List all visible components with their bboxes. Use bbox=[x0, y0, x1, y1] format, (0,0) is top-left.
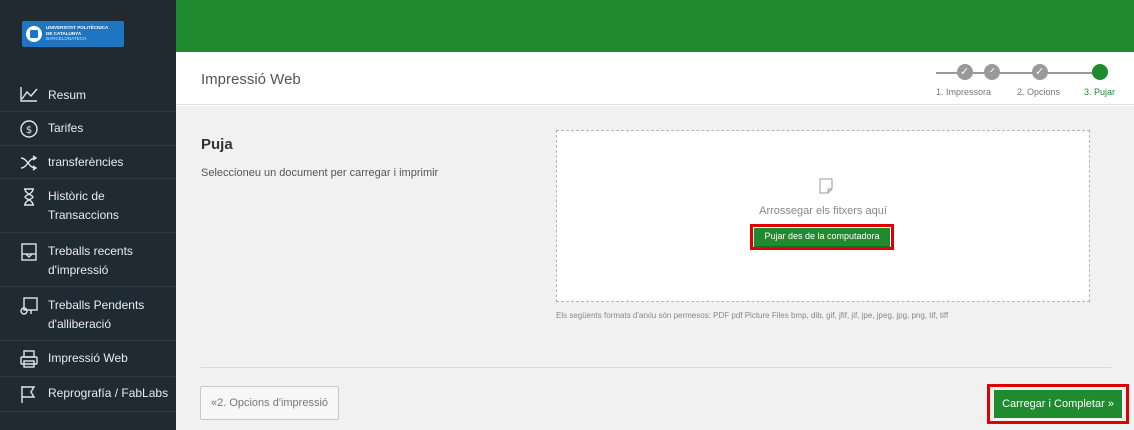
dollar-circle-icon: $ bbox=[19, 119, 39, 139]
top-bar bbox=[176, 0, 1134, 52]
sidebar-item-label-line2: d'impressió bbox=[48, 263, 109, 277]
step-connector bbox=[972, 72, 1032, 74]
sidebar: UNIVERSITAT POLITÈCNICA DE CATALUNYA BAR… bbox=[0, 0, 176, 430]
sidebar-item-label: Tarifes bbox=[48, 121, 84, 135]
logo-line-3: BARCELONATECH bbox=[46, 36, 87, 41]
sidebar-item-treballs-pendents[interactable]: Treballs Pendents d'alliberació bbox=[0, 287, 176, 341]
step-3-active-icon bbox=[1092, 64, 1108, 80]
step-2-check-icon bbox=[1032, 64, 1048, 80]
page-header: Impressió Web bbox=[176, 52, 1134, 105]
sidebar-item-label-line2: d'alliberació bbox=[48, 317, 111, 331]
divider bbox=[201, 367, 1111, 368]
svg-text:$: $ bbox=[26, 125, 32, 136]
upc-logo[interactable]: UNIVERSITAT POLITÈCNICA DE CATALUNYA BAR… bbox=[22, 21, 124, 47]
sidebar-item-label-line2: Transaccions bbox=[48, 208, 119, 222]
flag-icon bbox=[19, 384, 39, 404]
section-title: Puja bbox=[201, 136, 233, 153]
transfer-arrows-icon bbox=[19, 153, 39, 173]
sidebar-item-label: Resum bbox=[48, 88, 87, 102]
sidebar-item-label: Reprografía / FabLabs bbox=[48, 386, 169, 400]
sidebar-item-historic-transaccions[interactable]: Històric de Transaccions bbox=[0, 179, 176, 233]
step-1-label: 1. Impressora bbox=[936, 87, 992, 97]
sidebar-item-label-line1: Treballs recents bbox=[48, 244, 133, 258]
step-2-label: 2. Opcions bbox=[1017, 87, 1061, 97]
sidebar-item-transferencies[interactable]: transferències bbox=[0, 146, 176, 179]
chart-line-icon bbox=[19, 84, 39, 104]
upload-from-computer-button[interactable]: Pujar des de la computadora bbox=[754, 228, 890, 248]
step-1-check-icon bbox=[957, 64, 973, 80]
sidebar-item-reprografia-fablabs[interactable]: Reprografía / FabLabs bbox=[0, 377, 176, 412]
sidebar-item-resum[interactable]: Resum bbox=[0, 78, 176, 112]
step-connector bbox=[1048, 72, 1094, 74]
allowed-formats-text: Els següents formats d'arxiu són permeso… bbox=[556, 311, 949, 320]
back-to-options-button[interactable]: «2. Opcions d'impressió bbox=[200, 386, 339, 420]
sidebar-item-impressio-web[interactable]: Impressió Web bbox=[0, 341, 176, 377]
sidebar-item-label-line1: Històric de bbox=[48, 189, 105, 203]
hourglass-icon bbox=[19, 187, 39, 207]
section-description: Seleccioneu un document per carregar i i… bbox=[201, 167, 439, 179]
upload-and-complete-button[interactable]: Carregar i Completar » bbox=[994, 390, 1122, 418]
step-3-label: 3. Pujar bbox=[1084, 87, 1116, 97]
pending-jobs-icon bbox=[19, 296, 39, 316]
main-content: Puja Seleccioneu un document per carrega… bbox=[176, 106, 1134, 430]
drop-text: Arrossegar els fitxers aquí bbox=[759, 205, 887, 217]
sidebar-item-label: Impressió Web bbox=[48, 351, 128, 365]
sidebar-item-label: transferències bbox=[48, 155, 124, 169]
page-title: Impressió Web bbox=[201, 71, 301, 88]
printer-icon bbox=[19, 349, 39, 369]
file-icon bbox=[819, 178, 833, 194]
logo-emblem-icon bbox=[26, 26, 42, 42]
sidebar-item-label-line1: Treballs Pendents bbox=[48, 298, 145, 312]
sidebar-item-tarifes[interactable]: $ Tarifes bbox=[0, 112, 176, 146]
file-dropzone[interactable]: Arrossegar els fitxers aquí Pujar des de… bbox=[556, 130, 1090, 302]
sidebar-item-treballs-recents[interactable]: Treballs recents d'impressió bbox=[0, 233, 176, 287]
recent-jobs-icon bbox=[19, 242, 39, 262]
